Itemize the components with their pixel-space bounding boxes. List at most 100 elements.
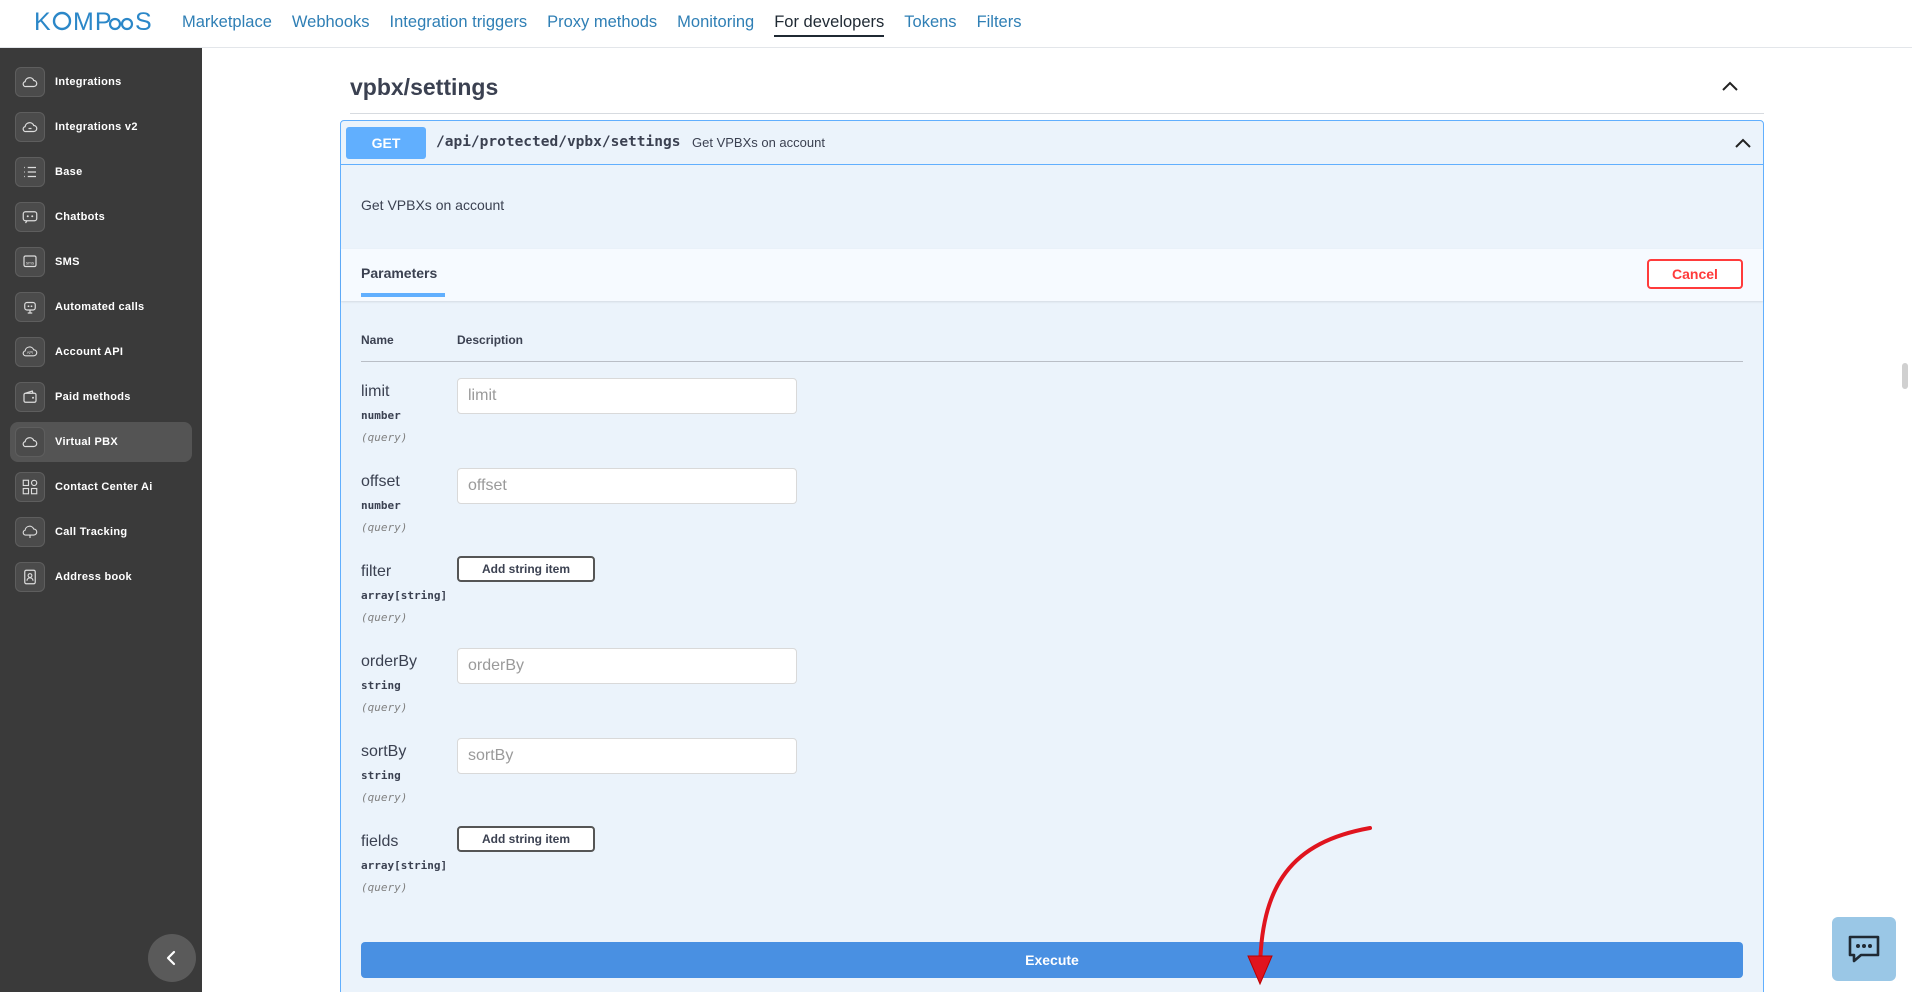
- offset-input[interactable]: [457, 468, 797, 504]
- cancel-button[interactable]: Cancel: [1647, 259, 1743, 289]
- param-row-limit: limit number (query): [361, 378, 961, 463]
- contact-center-icon: [15, 472, 45, 502]
- param-row-filter: filter array[string] (query) Add string …: [361, 556, 961, 643]
- sidebar-item-call-tracking[interactable]: Call Tracking: [10, 512, 192, 552]
- svg-text:S: S: [135, 8, 153, 36]
- sidebar-item-contact-center-ai[interactable]: Contact Center Ai: [10, 467, 192, 507]
- chatbot-icon: [15, 202, 45, 232]
- sidebar: Integrations Integrations v2 Base Chatbo…: [0, 48, 202, 992]
- svg-text:K: K: [34, 8, 52, 36]
- sidebar-item-label: Automated calls: [55, 301, 145, 313]
- sidebar-item-integrations-v2[interactable]: Integrations v2: [10, 107, 192, 147]
- execute-button[interactable]: Execute: [361, 942, 1743, 978]
- param-name: sortBy: [361, 743, 407, 760]
- sidebar-item-label: Base: [55, 166, 83, 178]
- param-location: (query): [361, 881, 408, 894]
- sidebar-item-label: Chatbots: [55, 211, 106, 223]
- sidebar-item-label: Integrations v2: [55, 121, 138, 133]
- nav-marketplace[interactable]: Marketplace: [182, 0, 272, 48]
- sidebar-item-label: SMS: [55, 256, 80, 268]
- sidebar-item-automated-calls[interactable]: Automated calls: [10, 287, 192, 327]
- parameters-header: Parameters Cancel: [341, 249, 1763, 301]
- param-name: offset: [361, 473, 400, 490]
- sidebar-item-label: Account API: [55, 346, 124, 358]
- add-fields-item-button[interactable]: Add string item: [457, 826, 595, 852]
- operation-summary[interactable]: GET /api/protected/vpbx/settings Get VPB…: [341, 121, 1763, 165]
- api-icon: API: [15, 337, 45, 367]
- param-row-orderby: orderBy string (query): [361, 648, 961, 733]
- nav-integration-triggers[interactable]: Integration triggers: [390, 0, 528, 48]
- main-nav: Marketplace Webhooks Integration trigger…: [182, 0, 1021, 48]
- limit-input[interactable]: [457, 378, 797, 414]
- add-filter-item-button[interactable]: Add string item: [457, 556, 595, 582]
- sidebar-item-label: Paid methods: [55, 391, 131, 403]
- sidebar-item-label: Call Tracking: [55, 526, 128, 538]
- chevron-left-icon: [166, 950, 176, 966]
- wallet-icon: [15, 382, 45, 412]
- param-type: string: [361, 679, 401, 692]
- orderby-input[interactable]: [457, 648, 797, 684]
- param-location: (query): [361, 701, 408, 714]
- sidebar-item-paid-methods[interactable]: Paid methods: [10, 377, 192, 417]
- param-location: (query): [361, 431, 408, 444]
- param-type: array[string]: [361, 589, 448, 602]
- nav-proxy-methods[interactable]: Proxy methods: [547, 0, 657, 48]
- kompaas-logo[interactable]: K MP S: [34, 6, 164, 43]
- param-location: (query): [361, 791, 408, 804]
- sortby-input[interactable]: [457, 738, 797, 774]
- param-name: orderBy: [361, 653, 418, 670]
- sidebar-item-virtual-pbx[interactable]: Virtual PBX: [10, 422, 192, 462]
- operation-path: /api/protected/vpbx/settings: [436, 134, 681, 150]
- sidebar-item-account-api[interactable]: API Account API: [10, 332, 192, 372]
- call-tracking-icon: [15, 517, 45, 547]
- svg-text:sms: sms: [26, 260, 35, 265]
- param-type: array[string]: [361, 859, 448, 872]
- robot-call-icon: [15, 292, 45, 322]
- sidebar-item-base[interactable]: Base: [10, 152, 192, 192]
- svg-text:API: API: [27, 350, 34, 355]
- chevron-up-icon[interactable]: [1731, 131, 1755, 155]
- param-row-fields: fields array[string] (query) Add string …: [361, 826, 961, 913]
- sidebar-item-label: Contact Center Ai: [55, 481, 153, 493]
- column-header-name: Name: [361, 333, 394, 347]
- sidebar-item-integrations[interactable]: Integrations: [10, 62, 192, 102]
- cloud-pbx-icon: [15, 427, 45, 457]
- param-row-offset: offset number (query): [361, 468, 961, 553]
- main-content: vpbx/settings GET /api/protected/vpbx/se…: [202, 48, 1892, 992]
- sidebar-item-label: Virtual PBX: [55, 436, 119, 448]
- param-type: number: [361, 409, 401, 422]
- param-name: fields: [361, 833, 399, 850]
- sidebar-item-label: Address book: [55, 571, 132, 583]
- top-navigation-bar: K MP S Marketplace Webhooks Integration …: [0, 0, 1912, 48]
- chat-support-button[interactable]: [1832, 917, 1896, 981]
- section-header[interactable]: vpbx/settings: [350, 70, 1764, 114]
- list-icon: [15, 157, 45, 187]
- operation-description: Get VPBXs on account: [361, 197, 505, 213]
- param-type: number: [361, 499, 401, 512]
- nav-webhooks[interactable]: Webhooks: [292, 0, 370, 48]
- param-location: (query): [361, 611, 408, 624]
- nav-tokens[interactable]: Tokens: [904, 0, 956, 48]
- param-location: (query): [361, 521, 408, 534]
- section-title: vpbx/settings: [350, 74, 499, 100]
- tab-parameters[interactable]: Parameters: [361, 265, 445, 297]
- param-type: string: [361, 769, 401, 782]
- svg-text:MP: MP: [73, 8, 113, 36]
- nav-filters[interactable]: Filters: [977, 0, 1022, 48]
- sms-icon: sms: [15, 247, 45, 277]
- column-header-description: Description: [457, 333, 524, 347]
- sidebar-item-label: Integrations: [55, 76, 122, 88]
- param-name: limit: [361, 383, 390, 400]
- nav-for-developers[interactable]: For developers: [774, 0, 885, 48]
- chevron-up-icon[interactable]: [1716, 72, 1744, 100]
- sidebar-item-address-book[interactable]: Address book: [10, 557, 192, 597]
- address-book-icon: [15, 562, 45, 592]
- sidebar-collapse-button[interactable]: [148, 934, 196, 982]
- sidebar-item-sms[interactable]: sms SMS: [10, 242, 192, 282]
- operation-block: GET /api/protected/vpbx/settings Get VPB…: [340, 120, 1764, 992]
- sidebar-item-chatbots[interactable]: Chatbots: [10, 197, 192, 237]
- scrollbar-thumb[interactable]: [1902, 363, 1908, 389]
- page-scrollbar[interactable]: [1892, 48, 1912, 992]
- header-divider: [361, 361, 1743, 362]
- nav-monitoring[interactable]: Monitoring: [677, 0, 754, 48]
